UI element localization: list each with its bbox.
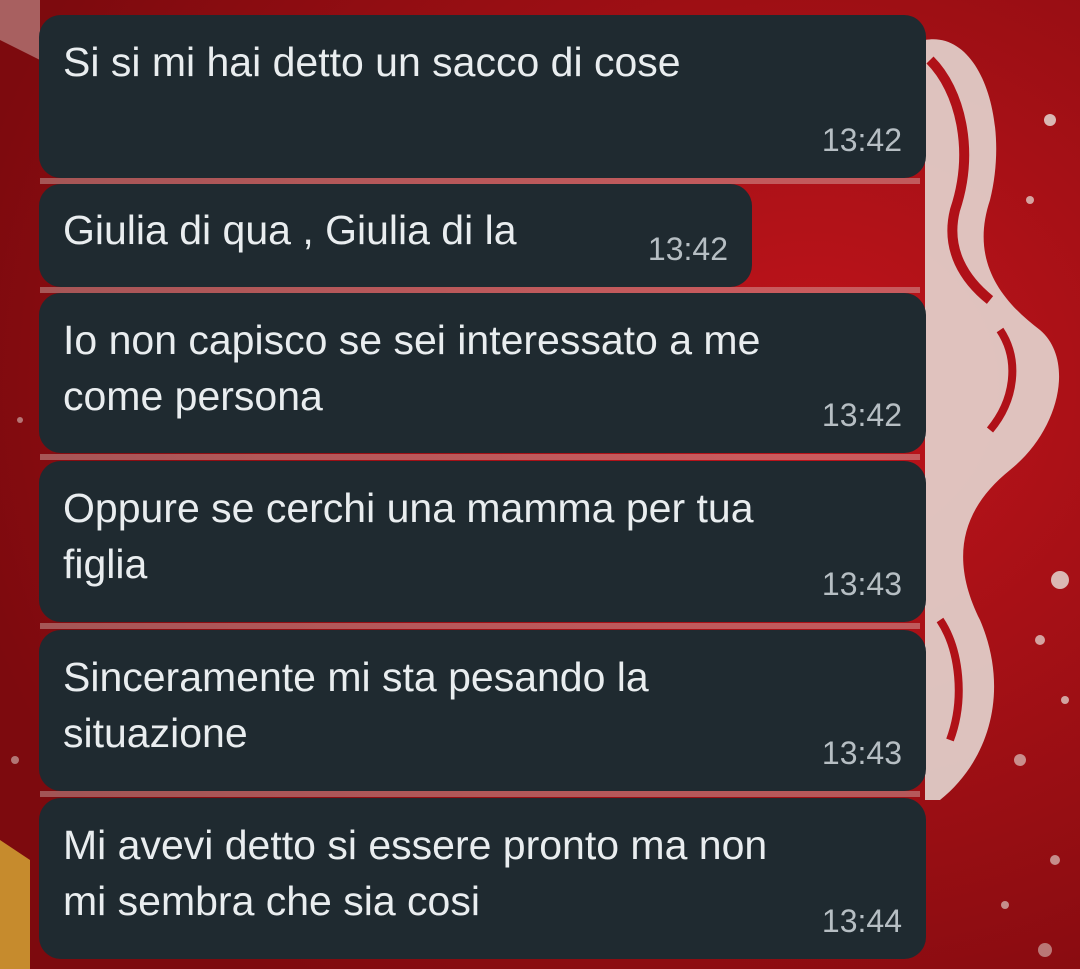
message-text: Io non capisco se sei interessato a me c… <box>63 317 761 419</box>
message-bubble[interactable]: Mi avevi detto si essere pronto ma non m… <box>39 798 926 959</box>
message-bubble[interactable]: Io non capisco se sei interessato a me c… <box>39 293 926 453</box>
message-text: Sinceramente mi sta pesando la situazion… <box>63 654 649 756</box>
message-text: Oppure se cerchi una mamma per tua figli… <box>63 485 754 587</box>
message-timestamp: 13:42 <box>821 122 902 158</box>
message-bubble[interactable]: Sinceramente mi sta pesando la situazion… <box>39 630 926 791</box>
message-timestamp: 13:42 <box>821 397 902 433</box>
message-timestamp: 13:42 <box>647 231 728 267</box>
message-text: Si si mi hai detto un sacco di cose <box>63 39 681 85</box>
message-timestamp: 13:43 <box>821 566 902 602</box>
message-text: Giulia di qua , Giulia di la <box>63 207 517 253</box>
message-bubble[interactable]: Oppure se cerchi una mamma per tua figli… <box>39 461 926 622</box>
message-timestamp: 13:43 <box>821 735 902 771</box>
message-bubble[interactable]: Giulia di qua , Giulia di la 13:42 <box>39 184 752 287</box>
message-text: Mi avevi detto si essere pronto ma non m… <box>63 822 768 924</box>
message-list[interactable]: Si si mi hai detto un sacco di cose 13:4… <box>0 0 1080 969</box>
message-bubble[interactable]: Si si mi hai detto un sacco di cose 13:4… <box>39 15 926 178</box>
message-timestamp: 13:44 <box>821 903 902 939</box>
